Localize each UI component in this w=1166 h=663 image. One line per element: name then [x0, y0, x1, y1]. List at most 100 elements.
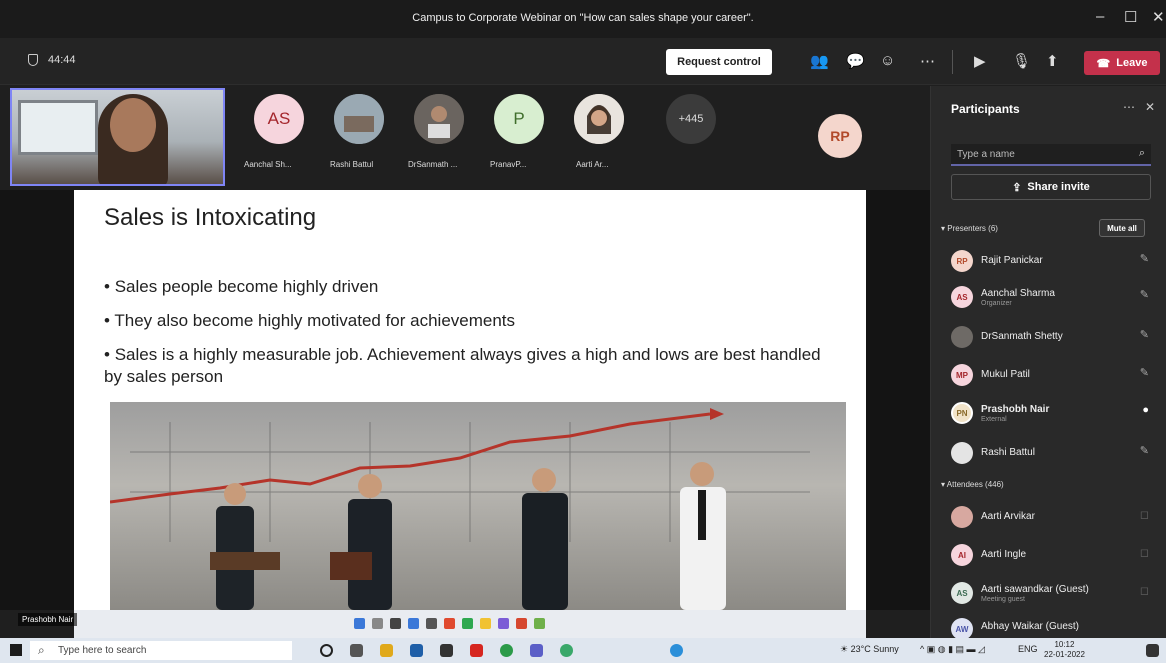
mic-muted-icon: ✎ — [1139, 329, 1149, 341]
avatar: AW — [951, 618, 973, 640]
participant-row[interactable]: RP Rajit Panickar ✎ — [951, 248, 1151, 278]
avatar: MP — [951, 364, 973, 386]
participant-name: Aarti Ingle — [981, 549, 1027, 560]
mail-icon[interactable] — [410, 644, 423, 657]
phone-icon: ☎ — [1096, 57, 1111, 70]
participant-name: Rajit Panickar — [981, 255, 1043, 266]
app-icon[interactable] — [440, 644, 453, 657]
gallery-participant[interactable]: AS Aanchal Sh... — [244, 94, 314, 184]
tray-icons[interactable]: ^ ▣ ◍ ▮ ▤ ▬ ◿ — [920, 644, 985, 655]
slide-title: Sales is Intoxicating — [104, 204, 317, 231]
weather-text: 23°C Sunny — [850, 644, 899, 654]
spotlight-avatar[interactable]: RP — [818, 114, 862, 158]
active-speaker-video[interactable] — [10, 88, 225, 186]
participant-row[interactable]: Aarti Arvikar ◻ — [951, 504, 1151, 534]
participant-row[interactable]: PN Prashobh Nair External ● — [951, 400, 1151, 430]
mic-muted-icon: ✎ — [1139, 367, 1149, 379]
reactions-icon[interactable]: ☺ — [880, 52, 895, 69]
gallery-participant[interactable]: P PranavP... — [484, 94, 554, 184]
bullet-text: Sales people become highly driven — [114, 277, 379, 296]
presenters-header[interactable]: ▾ Presenters (6) — [941, 224, 998, 233]
browser-icon[interactable] — [560, 644, 573, 657]
search-icon: ⌕ — [38, 643, 45, 657]
weather-widget[interactable]: ☀ 23°C Sunny — [840, 644, 899, 655]
minimize-icon[interactable]: – — [1096, 8, 1104, 25]
businessmen-growth-chart-image — [110, 402, 846, 610]
windows-start-icon[interactable] — [10, 644, 22, 656]
opera-icon[interactable] — [470, 644, 483, 657]
participant-row[interactable]: AS Aanchal Sharma Organizer ✎ — [951, 284, 1151, 314]
participant-name: Prashobh Nair — [981, 404, 1050, 415]
cortana-icon[interactable] — [320, 644, 333, 657]
taskbar-search-input[interactable]: ⌕ Type here to search — [30, 641, 292, 660]
panel-more-icon[interactable]: ⋯ — [1123, 100, 1135, 114]
meeting-controls-bar: 44:44 Request control 👥 💬 ☺ ⋯ ▶ 🎙 ⬆ ☎ Le… — [0, 38, 1166, 85]
avatar — [334, 94, 384, 144]
leave-button[interactable]: ☎ Leave — [1084, 51, 1160, 75]
close-icon[interactable]: ✕ — [1152, 8, 1165, 26]
task-view-icon[interactable] — [350, 644, 363, 657]
bullet-text: Sales is a highly measurable job. Achiev… — [104, 345, 821, 386]
panel-close-icon[interactable]: ✕ — [1145, 100, 1155, 114]
mic-muted-icon[interactable]: 🎙 — [1012, 52, 1031, 70]
clock[interactable]: 10:12 22-01-2022 — [1044, 640, 1085, 660]
share-invite-button[interactable]: ⇪ Share invite — [951, 174, 1151, 200]
file-explorer-icon[interactable] — [380, 644, 393, 657]
speaker-face — [110, 98, 156, 152]
avatar: AS — [254, 94, 304, 144]
participant-row[interactable]: AS Aarti sawandkar (Guest) Meeting guest… — [951, 580, 1151, 610]
clock-time: 10:12 — [1054, 640, 1075, 649]
share-tray-icon[interactable]: ⬆ — [1046, 52, 1059, 70]
file-explorer-icon — [480, 618, 491, 629]
more-actions-icon[interactable]: ⋯ — [920, 52, 935, 70]
growth-chart-drawing — [110, 408, 810, 610]
request-control-button[interactable]: Request control — [666, 49, 772, 75]
participant-name: Rashi Battul — [981, 447, 1035, 458]
photo-avatar-icon — [334, 94, 384, 144]
mute-all-button[interactable]: Mute all — [1099, 219, 1145, 237]
more-participants[interactable]: +445 — [656, 94, 726, 184]
camera-off-icon[interactable]: ▶ — [974, 52, 986, 70]
edge-icon[interactable] — [670, 644, 683, 657]
video-gallery: AS Aanchal Sh... Rashi Battul DrSanmath … — [0, 86, 930, 190]
mic-muted-icon: ✎ — [1139, 289, 1149, 301]
mic-on-icon: ● — [1142, 404, 1149, 416]
avatar: RP — [951, 250, 973, 272]
avatar — [951, 326, 973, 348]
avatar — [414, 94, 464, 144]
participant-name: Aanchal Sharma — [981, 288, 1055, 299]
chat-icon[interactable]: 💬 — [846, 52, 865, 70]
participant-name: Mukul Patil — [981, 369, 1030, 380]
language-indicator[interactable]: ENG — [1018, 644, 1038, 654]
gallery-participant[interactable]: Rashi Battul — [324, 94, 394, 184]
participant-name: PranavP... — [490, 160, 527, 169]
teams-icon[interactable] — [530, 644, 543, 657]
avatar: AS — [951, 582, 973, 604]
leave-label: Leave — [1116, 57, 1148, 69]
maximize-icon[interactable]: ☐ — [1124, 8, 1137, 26]
photo-avatar-icon — [574, 94, 624, 144]
mic-disabled-icon: ◻ — [1139, 547, 1149, 559]
mic-disabled-icon: ◻ — [1139, 585, 1149, 597]
teams-meeting-window: Campus to Corporate Webinar on "How can … — [0, 0, 1166, 663]
gallery-participant[interactable]: DrSanmath ... — [404, 94, 474, 184]
presenter-name-tag: Prashobh Nair — [18, 613, 78, 626]
panel-title: Participants — [951, 102, 1020, 116]
participant-search-input[interactable]: Type a name ⌕ — [951, 144, 1151, 166]
chrome-icon[interactable] — [500, 644, 513, 657]
participant-name: Aanchal Sh... — [244, 160, 292, 169]
participant-name: DrSanmath ... — [408, 160, 458, 169]
teams-icon — [498, 618, 509, 629]
attendees-header[interactable]: ▾ Attendees (446) — [941, 480, 1004, 489]
participant-row[interactable]: MP Mukul Patil ✎ — [951, 362, 1151, 392]
notifications-icon[interactable] — [1146, 644, 1159, 657]
participant-row[interactable]: Rashi Battul ✎ — [951, 440, 1151, 470]
gallery-participant[interactable]: Aarti Ar... — [564, 94, 634, 184]
participant-name: Abhay Waikar (Guest) — [981, 621, 1079, 632]
participant-role: Meeting guest — [981, 596, 1025, 603]
participant-row[interactable]: DrSanmath Shetty ✎ — [951, 324, 1151, 354]
search-icon: ⌕ — [1138, 147, 1145, 159]
participant-row[interactable]: AI Aarti Ingle ◻ — [951, 542, 1151, 572]
avatar — [951, 442, 973, 464]
participants-icon[interactable]: 👥 — [810, 52, 829, 70]
